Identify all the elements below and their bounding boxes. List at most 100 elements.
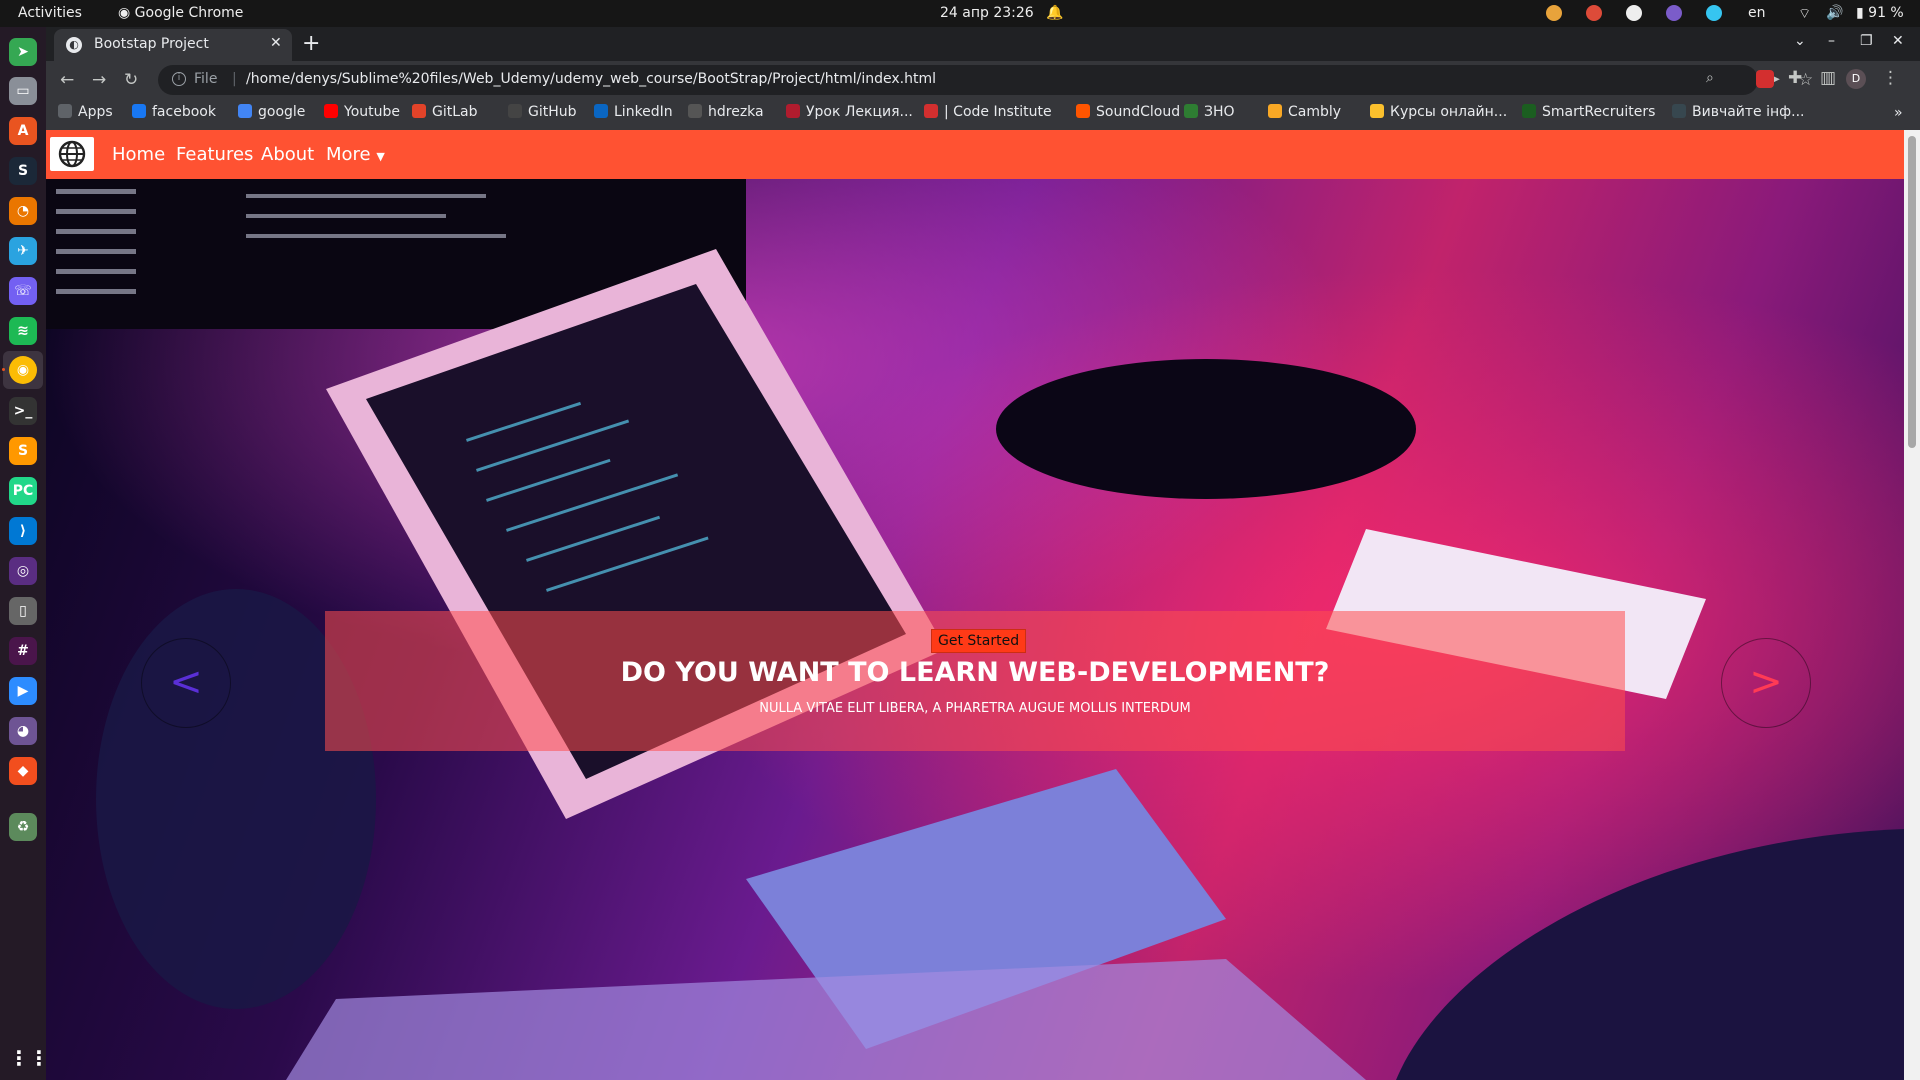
url-text[interactable]: /home/denys/Sublime%20files/Web_Udemy/ud… <box>246 71 936 87</box>
minimize-button[interactable]: – <box>1828 33 1835 49</box>
tab-search-chevron-icon[interactable]: ⌄ <box>1794 33 1806 49</box>
page-scrollbar[interactable] <box>1904 130 1920 1080</box>
globe-logo-icon[interactable] <box>50 137 94 171</box>
tor-browser-icon[interactable]: ◎ <box>9 557 37 585</box>
courses-icon <box>1370 104 1384 118</box>
carousel-prev-button[interactable]: < <box>141 638 231 728</box>
telegram-alt-icon[interactable]: ➤ <box>9 38 37 66</box>
back-button[interactable]: ← <box>60 70 74 90</box>
software-center-icon[interactable]: A <box>9 117 37 145</box>
bookmark-item[interactable]: GitHub <box>508 104 577 126</box>
bookmark-label: Курсы онлайн... <box>1390 104 1508 120</box>
scrollbar-thumb[interactable] <box>1908 136 1916 448</box>
telegram-icon[interactable]: ✈ <box>9 237 37 265</box>
zoom-icon[interactable]: ⌕ <box>1706 70 1714 86</box>
vscode-icon[interactable]: ⟩ <box>9 517 37 545</box>
tray-app-icon[interactable] <box>1586 5 1602 21</box>
zno-icon <box>1184 104 1198 118</box>
lecture-icon <box>786 104 800 118</box>
show-apps-grid-icon[interactable]: ⋮⋮ <box>9 1044 49 1072</box>
os-top-bar: Activities ◉ Google Chrome 24 апр 23:26 … <box>0 0 1920 27</box>
chevron-right-icon: > <box>1749 659 1783 705</box>
activities-button[interactable]: Activities <box>18 5 82 21</box>
hero-carousel: Get Started DO YOU WANT TO LEARN WEB-DEV… <box>46 179 1904 1080</box>
chevron-left-icon: < <box>169 659 203 705</box>
battery-indicator[interactable]: ▮ 91 % <box>1856 5 1904 21</box>
more-bookmarks-chevron-icon[interactable]: » <box>1894 105 1903 121</box>
slack-icon[interactable]: # <box>9 637 37 665</box>
tab-active[interactable]: ◐ Bootstap Project ✕ <box>54 29 292 61</box>
blender-icon[interactable]: ◔ <box>9 197 37 225</box>
forward-button[interactable]: → <box>92 70 106 90</box>
carousel-next-button[interactable]: > <box>1721 638 1811 728</box>
bookmark-item[interactable]: Курсы онлайн... <box>1370 104 1507 126</box>
cambly-icon <box>1268 104 1282 118</box>
slack-tray-icon[interactable] <box>1706 5 1722 21</box>
running-indicator <box>2 368 5 371</box>
url-scheme: File <box>194 71 218 87</box>
profile-avatar[interactable]: D <box>1846 69 1866 89</box>
bookmark-item[interactable]: hdrezka <box>688 104 764 126</box>
files-icon[interactable]: ▭ <box>9 77 37 105</box>
site-info-icon[interactable]: i <box>172 72 186 86</box>
globe-favicon-icon: ◐ <box>66 37 82 53</box>
wifi-icon[interactable]: ⌔ <box>1798 5 1811 23</box>
tab-strip: ◐ Bootstap Project ✕ + ⌄ – ❐ ✕ <box>46 27 1920 61</box>
zoom-icon[interactable]: ▶ <box>9 677 37 705</box>
viber-icon[interactable]: ☏ <box>9 277 37 305</box>
viber-tray-icon[interactable] <box>1666 5 1682 21</box>
nav-home-link[interactable]: Home <box>112 144 165 165</box>
bookmark-item[interactable]: SoundCloud <box>1076 104 1180 126</box>
maximize-button[interactable]: ❐ <box>1860 33 1873 49</box>
facebook-icon <box>132 104 146 118</box>
bookmark-item[interactable]: Youtube <box>324 104 400 126</box>
close-window-button[interactable]: ✕ <box>1892 33 1904 49</box>
bookmark-label: | Code Institute <box>944 104 1052 120</box>
linkedin-icon <box>594 104 608 118</box>
side-panel-icon[interactable]: ▥ <box>1820 68 1836 88</box>
bookmark-item[interactable]: Вивчайте інф... <box>1672 104 1805 126</box>
figma-icon[interactable]: ◆ <box>9 757 37 785</box>
usb-creator-icon[interactable]: ▯ <box>9 597 37 625</box>
pycharm-icon[interactable]: PC <box>9 477 37 505</box>
bookmark-item[interactable]: facebook <box>132 104 216 126</box>
volume-icon[interactable]: 🔊 <box>1826 5 1843 21</box>
clock[interactable]: 24 апр 23:26 <box>940 5 1034 21</box>
spotify-icon[interactable]: ≋ <box>9 317 37 345</box>
app-menu[interactable]: ◉ Google Chrome <box>118 5 243 21</box>
trash-icon[interactable]: ♻ <box>9 813 37 841</box>
caret-down-icon: ▼ <box>376 150 385 163</box>
new-tab-button[interactable]: + <box>302 31 320 56</box>
steam-tray-icon[interactable] <box>1626 5 1642 21</box>
github-desktop-icon[interactable]: ◕ <box>9 717 37 745</box>
chrome-icon[interactable]: ◉ <box>9 356 37 384</box>
sublime-text-icon[interactable]: S <box>9 437 37 465</box>
menu-kebab-icon[interactable]: ⋮ <box>1882 68 1899 88</box>
language-indicator[interactable]: en <box>1748 5 1766 21</box>
bookmark-label: ЗНО <box>1204 104 1235 120</box>
bookmark-item[interactable]: google <box>238 104 305 126</box>
steam-icon[interactable]: S <box>9 157 37 185</box>
soundcloud-icon <box>1076 104 1090 118</box>
bell-icon[interactable]: 🔔 <box>1046 5 1063 21</box>
bookmark-item[interactable]: LinkedIn <box>594 104 673 126</box>
bookmark-item[interactable]: Apps <box>58 104 113 126</box>
bookmark-item[interactable]: Урок Лекция... <box>786 104 913 126</box>
nav-about-link[interactable]: About <box>261 144 314 165</box>
extensions-puzzle-icon[interactable]: ✚ <box>1788 68 1802 88</box>
address-bar[interactable]: i File | /home/denys/Sublime%20files/Web… <box>158 65 1758 95</box>
bookmark-item[interactable]: ЗНО <box>1184 104 1235 126</box>
reload-button[interactable]: ↻ <box>124 70 138 90</box>
chrome-tray-icon[interactable] <box>1546 5 1562 21</box>
bookmark-item[interactable]: SmartRecruiters <box>1522 104 1655 126</box>
bookmark-item[interactable]: | Code Institute <box>924 104 1052 126</box>
get-started-button[interactable]: Get Started <box>931 629 1027 653</box>
tab-close-icon[interactable]: ✕ <box>270 35 282 51</box>
bookmark-item[interactable]: GitLab <box>412 104 478 126</box>
extension-red-icon[interactable] <box>1756 70 1774 88</box>
apps-grid-icon <box>58 104 72 118</box>
nav-features-link[interactable]: Features <box>176 144 253 165</box>
nav-more-dropdown[interactable]: More ▼ <box>326 144 385 165</box>
terminal-icon[interactable]: >_ <box>9 397 37 425</box>
bookmark-item[interactable]: Cambly <box>1268 104 1341 126</box>
